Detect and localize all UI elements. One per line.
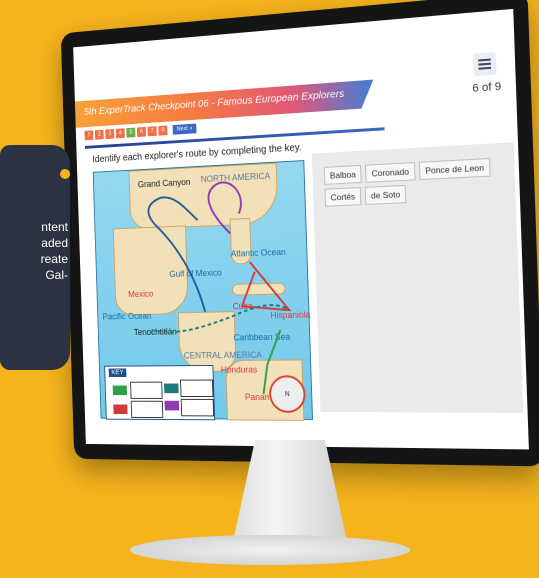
compass-rose-icon: N — [268, 375, 307, 413]
answer-panel: Balboa Coronado Ponce de Leon Cortés de … — [311, 142, 524, 413]
key-slot-1[interactable] — [130, 381, 163, 399]
step-3[interactable]: 3 — [105, 129, 115, 140]
overlay-line-2: aded — [41, 236, 68, 250]
key-color-red — [113, 404, 128, 415]
overlay-line-1: ntent — [41, 220, 68, 234]
answer-tile-de-soto[interactable]: de Soto — [364, 184, 407, 205]
overlay-accent — [60, 169, 70, 179]
answer-tile-balboa[interactable]: Balboa — [323, 164, 363, 185]
screen-header: 5th ExperTrack Checkpoint 06 - Famous Eu… — [73, 8, 518, 158]
key-slot-4[interactable] — [130, 400, 164, 419]
key-color-purple — [164, 400, 180, 411]
key-color-green — [112, 385, 128, 396]
answer-tile-coronado[interactable]: Coronado — [365, 162, 416, 183]
overlay-text: ntent aded reate Gal- — [8, 219, 68, 283]
overlay-line-3: reate — [40, 252, 68, 266]
route-purple — [208, 182, 242, 235]
key-slot-3[interactable] — [180, 398, 215, 417]
answer-bank: Balboa Coronado Ponce de Leon Cortés de … — [323, 157, 497, 207]
overlay-line-4: Gal- — [45, 268, 68, 282]
map-area: Grand Canyon NORTH AMERICA Atlantic Ocea… — [92, 160, 314, 421]
title-band: 5th ExperTrack Checkpoint 06 - Famous Eu… — [75, 80, 374, 128]
monitor-bezel: 5th ExperTrack Checkpoint 06 - Famous Eu… — [60, 0, 539, 467]
answer-tile-cortes[interactable]: Cortés — [324, 187, 362, 207]
answer-tile-ponce-de-leon[interactable]: Ponce de Leon — [418, 157, 491, 181]
step-4[interactable]: 4 — [115, 128, 125, 139]
monitor: 5th ExperTrack Checkpoint 06 - Famous Eu… — [60, 0, 539, 482]
key-slot-2[interactable] — [180, 379, 214, 398]
step-1[interactable]: 1 — [84, 130, 94, 141]
page-indicator: 6 of 9 — [472, 80, 502, 95]
question-stepper: 1 2 3 4 5 6 7 8 Next » — [84, 123, 197, 141]
menu-icon[interactable] — [472, 51, 497, 77]
overlay-card: ntent aded reate Gal- — [0, 145, 70, 370]
key-title: KEY — [108, 368, 127, 378]
next-button[interactable]: Next » — [172, 123, 197, 135]
lesson-title: 5th ExperTrack Checkpoint 06 - Famous Eu… — [83, 87, 345, 118]
key-color-teal — [163, 383, 179, 394]
route-red — [240, 261, 289, 311]
monitor-stand-base — [130, 535, 410, 565]
map-key: KEY — [104, 364, 216, 421]
step-6[interactable]: 6 — [136, 126, 147, 137]
route-blue — [148, 196, 205, 313]
step-5[interactable]: 5 — [126, 127, 136, 138]
step-2[interactable]: 2 — [94, 129, 104, 140]
screen: 5th ExperTrack Checkpoint 06 - Famous Eu… — [73, 8, 529, 450]
step-7[interactable]: 7 — [147, 126, 157, 137]
step-8[interactable]: 8 — [158, 125, 168, 136]
